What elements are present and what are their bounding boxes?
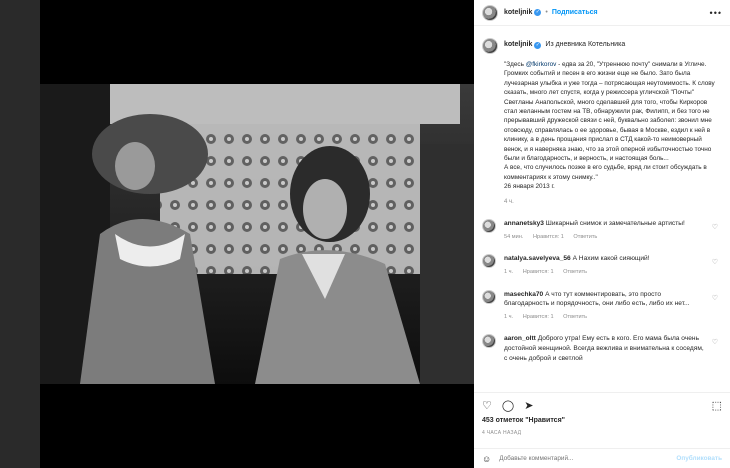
post-media-area	[40, 0, 474, 468]
comment-like-heart-icon[interactable]: ♡	[712, 223, 718, 231]
comment-reply-button[interactable]: Ответить	[563, 314, 587, 320]
author-avatar[interactable]	[482, 4, 498, 21]
caption-avatar[interactable]	[482, 38, 498, 54]
caption-age: 4 ч.	[504, 198, 514, 205]
post-header: koteljnik ✓ • Подписаться •••	[474, 0, 730, 26]
close-icon[interactable]: ✕	[716, 6, 724, 17]
comment-reply-button[interactable]: Ответить	[573, 234, 597, 240]
comment-likes[interactable]: Нравится: 1	[523, 269, 554, 275]
caption-mention-link[interactable]: @fkirkorov	[526, 61, 557, 68]
separator-dot: •	[545, 9, 548, 16]
caption-text-after: - едва за 20, "Утреннюю почту" снимали в…	[504, 61, 715, 191]
caption-username[interactable]: koteljnik	[504, 40, 532, 50]
like-heart-icon[interactable]: ♡	[482, 399, 492, 413]
author-username[interactable]: koteljnik	[504, 9, 532, 16]
backdrop-left	[0, 0, 40, 468]
post-time: 4 ЧАСА НАЗАД	[482, 430, 522, 436]
caption-body: koteljnik ✓ Из дневника Котельника "Здес…	[504, 38, 720, 207]
comment-meta: 1 ч. Нравится: 1 Ответить	[504, 313, 704, 323]
comment-item: natalya.savelyeva_56 А Нахим какой сияющ…	[482, 254, 720, 277]
caption-text: "Здесь @fkirkorov - едва за 20, "Утренню…	[504, 60, 720, 192]
comment-item: aaron_oltt Доброго утра! Ему есть в кого…	[482, 334, 720, 363]
post-side-panel: koteljnik ✓ • Подписаться ••• koteljnik …	[474, 0, 730, 468]
verified-badge-icon: ✓	[534, 9, 542, 16]
comment-age: 1 ч.	[504, 269, 514, 276]
comment-avatar[interactable]	[482, 289, 496, 304]
comment-username[interactable]: aaron_oltt	[504, 335, 536, 342]
comment-item: annanetsky3 Шикарный снимок и замечатель…	[482, 219, 720, 242]
post-actions: ♡ ◯ ➤ ⬚ 453 отметок "Нравится" 4 ЧАСА НА…	[474, 392, 730, 436]
comment-body: masechka70 А что тут комментировать, это…	[504, 290, 704, 323]
share-icon[interactable]: ➤	[524, 399, 533, 413]
comment-text: А Нахим какой сияющий!	[572, 255, 650, 263]
comment-username[interactable]: natalya.savelyeva_56	[504, 255, 571, 262]
comments-scroll-area[interactable]: koteljnik ✓ Из дневника Котельника "Здес…	[474, 32, 730, 392]
comment-reply-button[interactable]: Ответить	[563, 269, 587, 275]
publish-button[interactable]: Опубликовать	[676, 455, 722, 462]
caption-verified-icon: ✓	[534, 41, 542, 49]
comment-username[interactable]: masechka70	[504, 291, 543, 298]
comment-avatar[interactable]	[482, 254, 496, 269]
comment-meta: 54 мин. Нравится: 1 Ответить	[504, 233, 704, 243]
caption-text-before: "Здесь	[504, 61, 526, 68]
action-icons: ♡ ◯ ➤ ⬚	[482, 399, 722, 413]
comment-body: aaron_oltt Доброго утра! Ему есть в кого…	[504, 334, 704, 363]
comment-icon[interactable]: ◯	[502, 399, 514, 413]
add-comment-bar: ☺ Опубликовать	[474, 448, 730, 468]
comment-text: Шикарный снимок и замечательные артисты!	[545, 220, 685, 228]
caption-location: Из дневника Котельника	[545, 41, 626, 49]
add-comment-input[interactable]	[499, 455, 677, 462]
comment-like-heart-icon[interactable]: ♡	[712, 294, 718, 302]
likes-count[interactable]: 453 отметок "Нравится"	[482, 417, 722, 424]
comment-age: 1 ч.	[504, 313, 514, 320]
post-photo[interactable]	[40, 84, 474, 384]
post-photo-image	[40, 84, 474, 384]
caption-head: koteljnik ✓ Из дневника Котельника	[504, 38, 720, 52]
follow-button[interactable]: Подписаться	[552, 9, 598, 16]
comment-meta: 1 ч. Нравится: 1 Ответить	[504, 268, 704, 278]
comment-like-heart-icon[interactable]: ♡	[712, 258, 718, 266]
comment-body: natalya.savelyeva_56 А Нахим какой сияющ…	[504, 254, 704, 277]
comment-age: 54 мин.	[504, 233, 524, 240]
comment-avatar[interactable]	[482, 219, 496, 234]
comment-body: annanetsky3 Шикарный снимок и замечатель…	[504, 219, 704, 242]
comment-likes[interactable]: Нравится: 1	[533, 234, 564, 240]
post-caption: koteljnik ✓ Из дневника Котельника "Здес…	[482, 38, 720, 207]
bookmark-icon[interactable]: ⬚	[712, 399, 722, 413]
comment-avatar[interactable]	[482, 334, 496, 349]
comment-username[interactable]: annanetsky3	[504, 220, 544, 227]
comment-likes[interactable]: Нравится: 1	[523, 314, 554, 320]
comment-item: masechka70 А что тут комментировать, это…	[482, 289, 720, 323]
comment-like-heart-icon[interactable]: ♡	[712, 338, 718, 346]
emoji-icon[interactable]: ☺	[482, 454, 491, 464]
